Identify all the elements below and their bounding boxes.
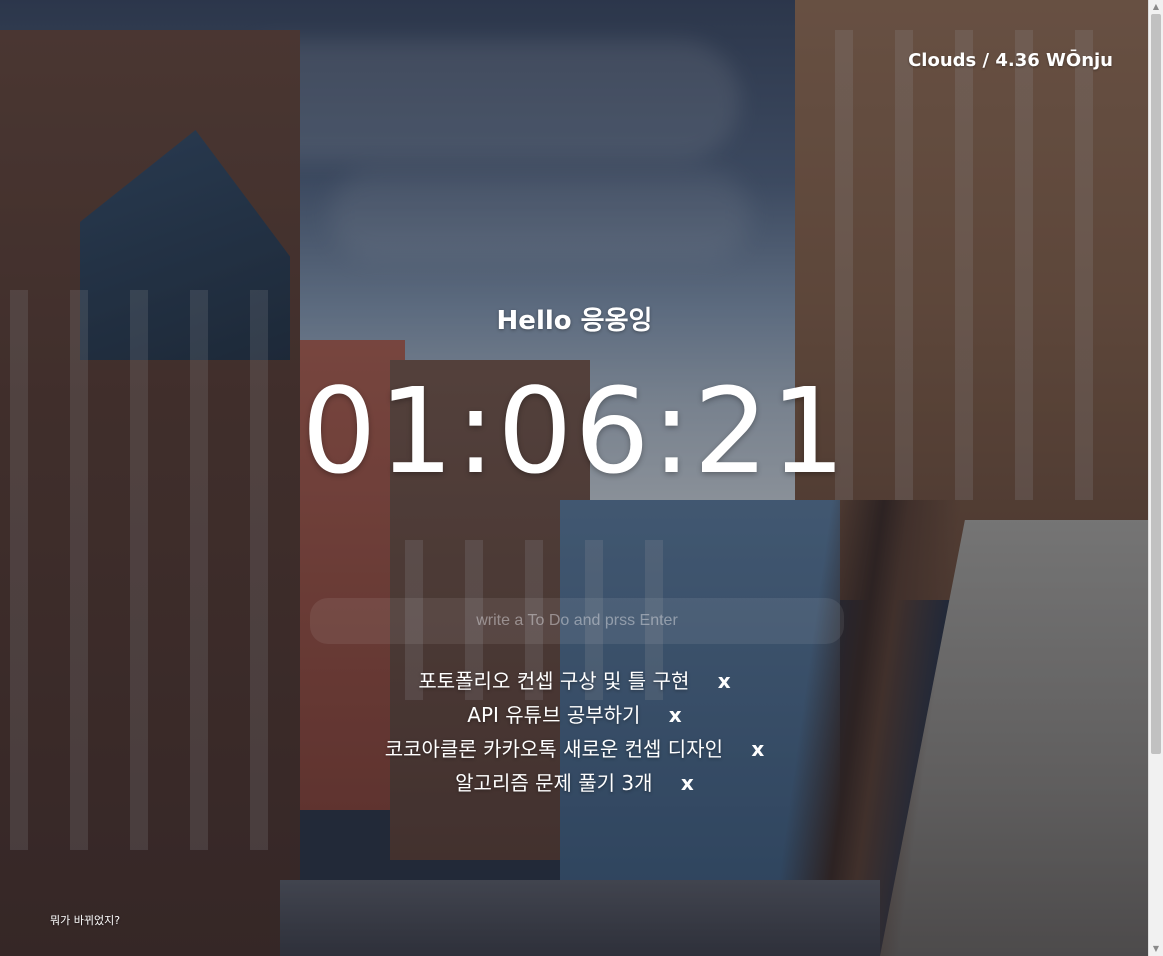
todo-item-text: 포토폴리오 컨셉 구상 및 틀 구현 [418,669,690,693]
arrow-up-icon[interactable]: ▲ [1149,0,1163,14]
todo-delete-button[interactable]: x [718,669,731,693]
todo-item-text: 코코아클론 카카오톡 새로운 컨셉 디자인 [384,737,723,761]
clock-display: 01:06:21 [301,362,848,500]
footer-note: 뭐가 바뀌었지? [50,914,121,927]
greeting-text: Hello 응옹잉 [496,306,653,336]
todo-item: 포토폴리오 컨셉 구상 및 틀 구현 x [0,664,1149,698]
todo-item: 코코아클론 카카오톡 새로운 컨셉 디자인 x [0,732,1149,766]
todo-item-text: API 유튜브 공부하기 [467,703,641,727]
todo-delete-button[interactable]: x [669,703,682,727]
todo-item: API 유튜브 공부하기 x [0,698,1149,732]
todo-delete-button[interactable]: x [681,771,694,795]
arrow-down-icon[interactable]: ▼ [1149,942,1163,956]
todo-input[interactable] [310,598,844,644]
app-root: Clouds / 4.36 WŌnju Hello 응옹잉 01:06:21 포… [0,0,1163,956]
weather-info: Clouds / 4.36 WŌnju [908,50,1113,71]
scrollbar-thumb[interactable] [1151,14,1161,754]
vertical-scrollbar[interactable]: ▲ ▼ [1148,0,1163,956]
todo-delete-button[interactable]: x [751,737,764,761]
todo-item: 알고리즘 문제 풀기 3개 x [0,766,1149,800]
todo-item-text: 알고리즘 문제 풀기 3개 [455,771,653,795]
todo-list: 포토폴리오 컨셉 구상 및 틀 구현 x API 유튜브 공부하기 x 코코아클… [0,664,1149,800]
